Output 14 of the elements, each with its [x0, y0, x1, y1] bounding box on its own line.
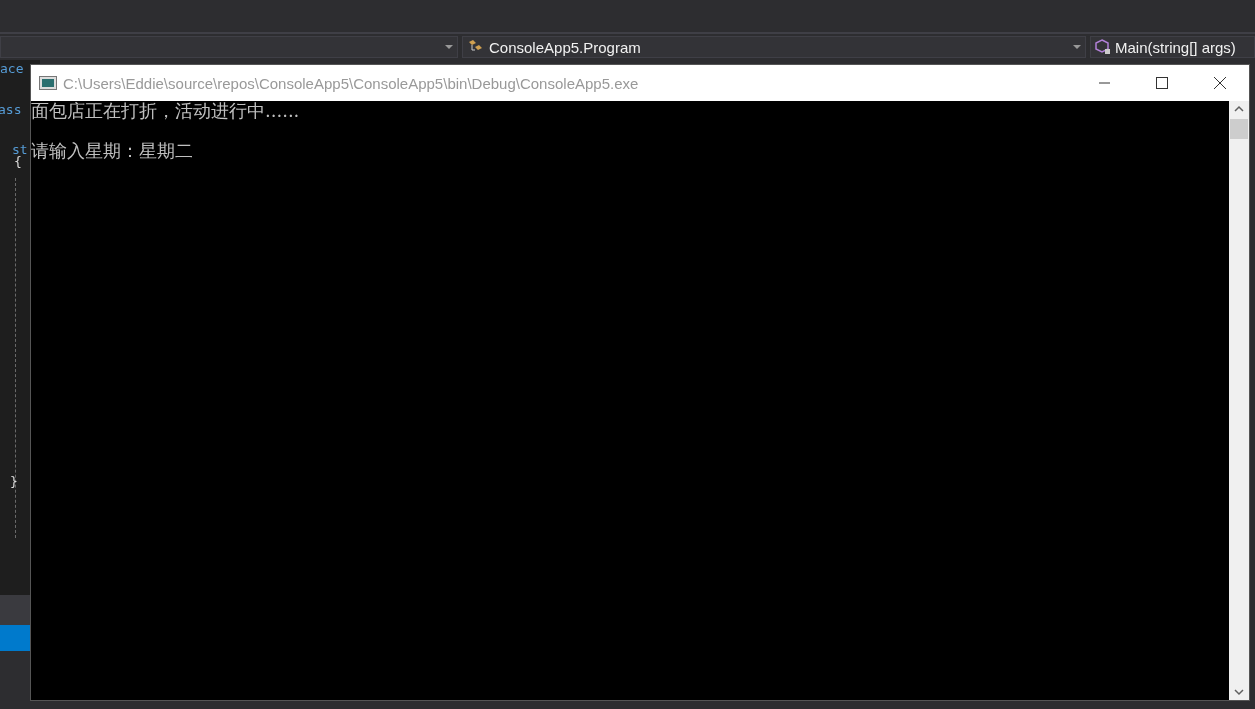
cube-icon [1095, 39, 1111, 55]
scrollbar-thumb[interactable] [1230, 119, 1248, 139]
member-dropdown[interactable]: Main(string[] args) [1090, 36, 1255, 58]
console-icon [39, 76, 57, 90]
console-line: 请输入星期：星期二 [31, 141, 194, 161]
code-text: ace [0, 61, 24, 76]
window-title: C:\Users\Eddie\source\repos\ConsoleApp5\ConsoleApp5\bin\Debug\ConsoleApp5.exe [63, 74, 639, 92]
code-text: } [10, 474, 18, 489]
caret-icon [1073, 44, 1081, 50]
console-line: 面包店正在打折，活动进行中...... [31, 101, 301, 121]
code-text: { [14, 154, 22, 169]
caret-icon [445, 44, 453, 50]
class-dropdown[interactable]: ConsoleApp5.Program [462, 36, 1086, 58]
code-text: st [12, 142, 28, 157]
